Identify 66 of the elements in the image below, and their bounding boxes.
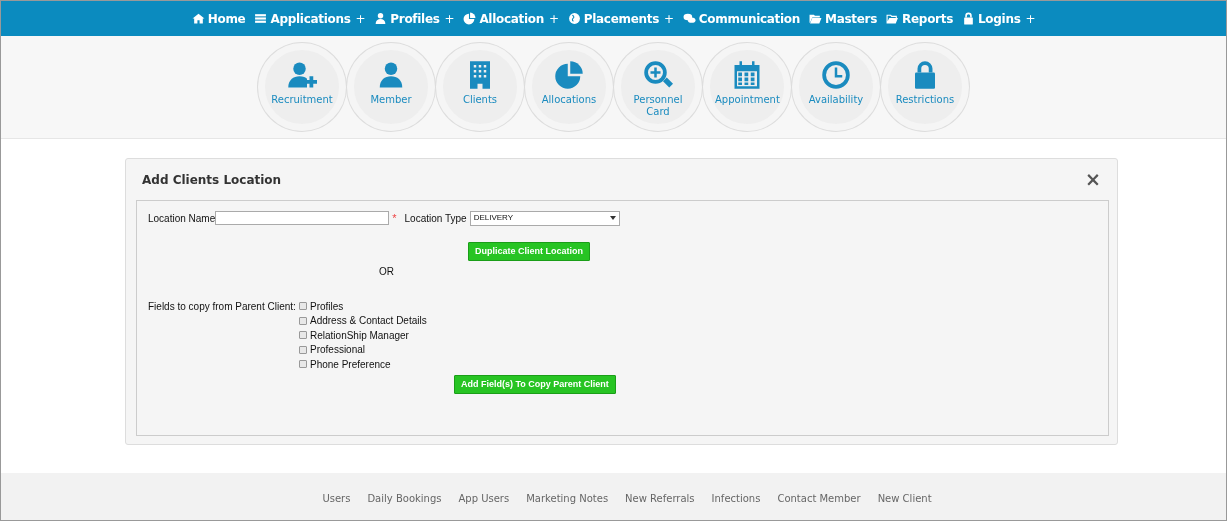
user-icon [374, 12, 388, 25]
checkbox-label: RelationShip Manager [310, 328, 409, 343]
shortcut-tile[interactable]: Appointment [703, 43, 791, 131]
chat-icon [682, 12, 696, 25]
footer-link[interactable]: App Users [458, 490, 510, 506]
list-icon [254, 12, 268, 25]
home-icon [191, 12, 205, 25]
expand-icon: + [355, 9, 366, 28]
nav-menu-item[interactable]: Allocation + [463, 9, 559, 28]
checkbox[interactable] [299, 331, 307, 340]
footer-link[interactable]: Daily Bookings [367, 490, 442, 506]
caret-icon [609, 216, 616, 221]
expand-icon: + [664, 9, 674, 28]
close-icon[interactable]: × [1085, 170, 1101, 189]
zoom-in-icon [643, 60, 673, 90]
checkbox-label: Address & Contact Details [310, 314, 427, 329]
nav-menu-item[interactable]: Logins + [962, 9, 1036, 28]
nav-menu-item[interactable]: Placements + [567, 9, 674, 28]
field-label: Location Type [404, 211, 467, 226]
footer-link[interactable]: Users [322, 490, 351, 506]
checkbox-label: Professional [310, 343, 366, 358]
pie-chart-icon [554, 60, 584, 90]
footer-link[interactable]: New Referrals [625, 490, 695, 506]
footer-link[interactable]: Contact Member [777, 490, 861, 506]
footer-link[interactable]: Infections [711, 490, 761, 506]
field-label: Fields to copy from Parent Client: [148, 301, 296, 312]
pie-chart-icon [463, 12, 477, 25]
field-label: Location Name [148, 211, 216, 226]
folder-icon [886, 12, 900, 25]
footer-link[interactable]: Marketing Notes [526, 490, 609, 506]
footer-link[interactable]: New Client [877, 490, 932, 506]
nav-menu-item[interactable]: Masters [809, 9, 878, 28]
shortcut-tile[interactable]: Availability [792, 43, 880, 131]
add-fields-button[interactable]: Add Field(s) To Copy Parent Client [454, 374, 616, 394]
user-plus-icon [287, 60, 317, 90]
nav-menu-item[interactable]: Profiles + [374, 9, 455, 28]
shortcut-tile[interactable]: Member [347, 43, 435, 131]
checkbox[interactable] [299, 316, 307, 325]
checkbox-label: Phone Preference [310, 357, 391, 372]
location-name-field[interactable] [215, 211, 390, 226]
shortcut-tile[interactable]: Allocations [525, 43, 613, 131]
expand-icon: + [444, 9, 455, 28]
calendar-icon [732, 60, 762, 90]
clock-icon [821, 60, 851, 90]
nav-menu-item[interactable]: Communication [682, 9, 801, 28]
shortcut-tile[interactable]: Clients [436, 43, 524, 131]
required-mark: * [392, 211, 397, 226]
location-type-dropdown[interactable]: DELIVERY [469, 210, 620, 226]
checkbox-label: Profiles [310, 299, 344, 314]
checkbox[interactable] [299, 302, 307, 311]
globe-icon [567, 12, 581, 25]
checkbox[interactable] [299, 360, 307, 369]
shortcut-tile[interactable]: Personnel Card [614, 43, 702, 131]
separator-text: OR [379, 266, 394, 277]
lock-icon [962, 12, 975, 25]
expand-icon: + [549, 9, 559, 28]
checkbox[interactable] [299, 345, 307, 354]
duplicate-button[interactable]: Duplicate Client Location [468, 241, 590, 261]
shortcut-tile[interactable]: Restrictions [881, 43, 969, 131]
expand-icon: + [1025, 9, 1036, 28]
nav-menu-item[interactable]: Reports [886, 9, 953, 28]
panel-title: Add Clients Location [142, 171, 282, 189]
shortcut-tile[interactable]: Recruitment [258, 43, 346, 131]
folder-icon [809, 12, 823, 25]
nav-menu-item[interactable]: Applications + [254, 9, 366, 28]
nav-menu-item[interactable]: Home [191, 9, 246, 28]
